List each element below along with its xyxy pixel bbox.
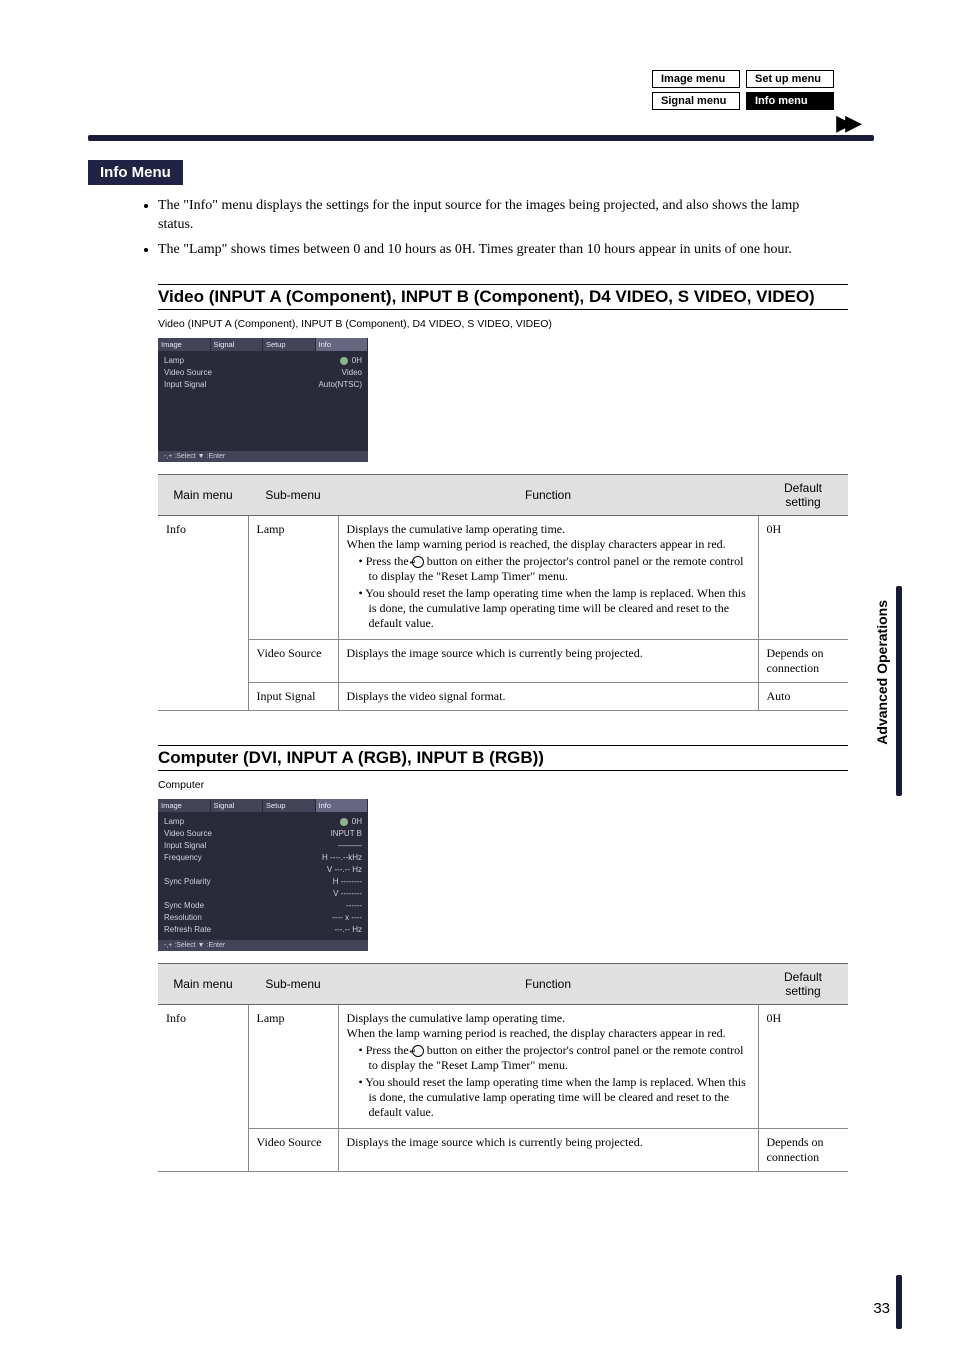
side-tab-bar xyxy=(896,586,902,796)
osd-label: Input Signal xyxy=(164,840,206,852)
osd-value: ——— xyxy=(338,840,362,852)
th-func: Function xyxy=(338,963,758,1004)
spec-table-video: Main menu Sub-menu Function Default sett… xyxy=(158,474,848,711)
osd-screenshot-video: Image Signal Setup Info Lamp 0H Video Sou… xyxy=(158,338,368,462)
breadcrumb-menu: Image menu Set up menu Signal menu Info … xyxy=(652,70,834,110)
th-func: Function xyxy=(338,474,758,515)
osd-tab: Info xyxy=(316,799,369,812)
th-main: Main menu xyxy=(158,963,248,1004)
cell-func: Displays the image source which is curre… xyxy=(338,1128,758,1171)
th-main: Main menu xyxy=(158,474,248,515)
osd-value: V -------- xyxy=(333,888,362,900)
th-def: Default setting xyxy=(758,474,848,515)
menu-image: Image menu xyxy=(652,70,740,88)
cell-def: Depends on connection xyxy=(758,1128,848,1171)
osd-label: Input Signal xyxy=(164,379,206,391)
intro-bullets: The "Info" menu displays the settings fo… xyxy=(158,197,828,260)
osd-value: H -------- xyxy=(333,876,362,888)
osd-value: ------ xyxy=(346,900,362,912)
cell-sub: Input Signal xyxy=(248,682,338,710)
osd-value: Video xyxy=(342,367,362,379)
osd-label: Frequency xyxy=(164,852,202,864)
table-row: Info Lamp Displays the cumulative lamp o… xyxy=(158,1004,848,1128)
cell-main: Info xyxy=(158,1004,248,1171)
osd-value: 0H xyxy=(352,356,362,365)
table-row: Video Source Displays the image source w… xyxy=(158,1128,848,1171)
osd-screenshot-computer: Image Signal Setup Info Lamp 0H Video Sou… xyxy=(158,799,368,951)
osd-label: Sync Polarity xyxy=(164,876,211,888)
cell-func: Displays the video signal format. xyxy=(338,682,758,710)
cell-func: Displays the image source which is curre… xyxy=(338,639,758,682)
osd-value: Auto(NTSC) xyxy=(318,379,362,391)
osd-label: Resolution xyxy=(164,912,202,924)
intro-bullet: The "Lamp" shows times between 0 and 10 … xyxy=(158,241,828,260)
spec-table-computer: Main menu Sub-menu Function Default sett… xyxy=(158,963,848,1172)
osd-label: Video Source xyxy=(164,828,212,840)
page-number: 33 xyxy=(873,1300,890,1317)
intro-bullet: The "Info" menu displays the settings fo… xyxy=(158,197,828,235)
menu-info: Info menu xyxy=(746,92,834,110)
osd-tab: Setup xyxy=(263,799,316,812)
osd-tab: Image xyxy=(158,799,211,812)
cell-sub: Lamp xyxy=(248,1004,338,1128)
osd-tab: Info xyxy=(316,338,369,351)
osd-tab: Signal xyxy=(211,799,264,812)
page-number-bar xyxy=(896,1275,902,1329)
enter-icon: ↵ xyxy=(412,1045,424,1057)
lamp-icon xyxy=(340,357,348,365)
table-row: Input Signal Displays the video signal f… xyxy=(158,682,848,710)
cell-def: 0H xyxy=(758,515,848,639)
osd-tab: Setup xyxy=(263,338,316,351)
osd-label: Lamp xyxy=(164,816,184,828)
side-tab: Advanced Operations xyxy=(874,600,890,745)
osd-label: Refresh Rate xyxy=(164,924,211,936)
section-caption-video: Video (INPUT A (Component), INPUT B (Com… xyxy=(158,318,848,330)
osd-footer: -,+ :Select ▼ :Enter xyxy=(158,940,368,951)
cell-main: Info xyxy=(158,515,248,710)
cell-def: Depends on connection xyxy=(758,639,848,682)
osd-value: 0H xyxy=(352,817,362,826)
osd-value: H ----.--kHz xyxy=(322,852,362,864)
table-row: Video Source Displays the image source w… xyxy=(158,639,848,682)
osd-label: Sync Mode xyxy=(164,900,204,912)
nav-arrows-icon: ▶▶ xyxy=(836,110,854,136)
cell-def: 0H xyxy=(758,1004,848,1128)
th-def: Default setting xyxy=(758,963,848,1004)
lamp-icon xyxy=(340,818,348,826)
osd-value: ---.-- Hz xyxy=(334,924,362,936)
cell-sub: Lamp xyxy=(248,515,338,639)
osd-tab: Image xyxy=(158,338,211,351)
cell-sub: Video Source xyxy=(248,639,338,682)
cell-func: Displays the cumulative lamp operating t… xyxy=(338,515,758,639)
menu-setup: Set up menu xyxy=(746,70,834,88)
osd-label: Video Source xyxy=(164,367,212,379)
cell-func: Displays the cumulative lamp operating t… xyxy=(338,1004,758,1128)
table-row: Info Lamp Displays the cumulative lamp o… xyxy=(158,515,848,639)
osd-value: INPUT B xyxy=(331,828,362,840)
section-heading-computer: Computer (DVI, INPUT A (RGB), INPUT B (R… xyxy=(158,745,848,771)
osd-value: ---- x ---- xyxy=(332,912,362,924)
osd-tab: Signal xyxy=(211,338,264,351)
th-sub: Sub-menu xyxy=(248,474,338,515)
enter-icon: ↵ xyxy=(412,556,424,568)
osd-footer: -,+ :Select ▼ :Enter xyxy=(158,451,368,462)
header-bar xyxy=(88,135,874,141)
osd-value: V ---.-- Hz xyxy=(327,864,362,876)
cell-def: Auto xyxy=(758,682,848,710)
osd-label: Lamp xyxy=(164,355,184,367)
section-heading-video: Video (INPUT A (Component), INPUT B (Com… xyxy=(158,284,848,310)
menu-signal: Signal menu xyxy=(652,92,740,110)
cell-sub: Video Source xyxy=(248,1128,338,1171)
th-sub: Sub-menu xyxy=(248,963,338,1004)
section-caption-computer: Computer xyxy=(158,779,848,791)
page-title: Info Menu xyxy=(88,160,183,185)
